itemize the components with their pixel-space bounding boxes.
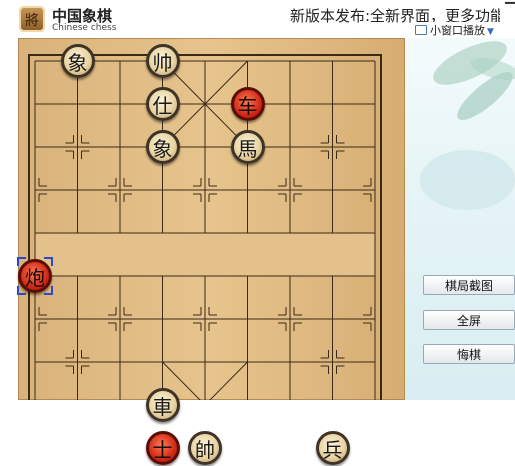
black-elephant-piece[interactable]: 象 — [145, 130, 180, 164]
title-bar: 將 中国象棋 Chinese chess 新版本发布:全新界面，更多功能。 ▔ … — [0, 0, 515, 38]
minimize-icon[interactable]: ▔ — [505, 4, 515, 17]
board-grid — [28, 54, 382, 400]
black-advisor-piece[interactable]: 仕 — [145, 87, 180, 121]
black-general-piece[interactable]: 帅 — [145, 44, 180, 78]
selection-marker — [17, 257, 53, 295]
black-chariot-piece[interactable]: 車 — [145, 388, 180, 422]
black-horse-piece[interactable]: 馬 — [230, 130, 265, 164]
black-elephant-piece[interactable]: 象 — [60, 44, 95, 78]
fullscreen-button[interactable]: 全屏 — [423, 310, 515, 330]
red-chariot-piece[interactable]: 车 — [230, 87, 265, 121]
tv-icon — [415, 25, 427, 35]
app-subtitle: Chinese chess — [52, 23, 117, 33]
capture-board-button[interactable]: 棋局截图 — [423, 275, 515, 295]
mist-decoration — [420, 150, 515, 210]
red-advisor-piece[interactable]: 士 — [145, 431, 180, 465]
black-general-piece[interactable]: 帥 — [188, 431, 222, 465]
undo-move-button[interactable]: 悔棋 — [423, 344, 515, 364]
app-logo: 將 — [19, 6, 45, 32]
logo-glyph: 將 — [25, 13, 39, 29]
mini-window-label: 小窗口播放 — [430, 24, 485, 37]
black-soldier-piece[interactable]: 兵 — [315, 431, 350, 465]
chevron-down-icon: ▼ — [487, 27, 494, 37]
mini-window-toggle[interactable]: 小窗口播放 ▼ — [412, 22, 515, 38]
